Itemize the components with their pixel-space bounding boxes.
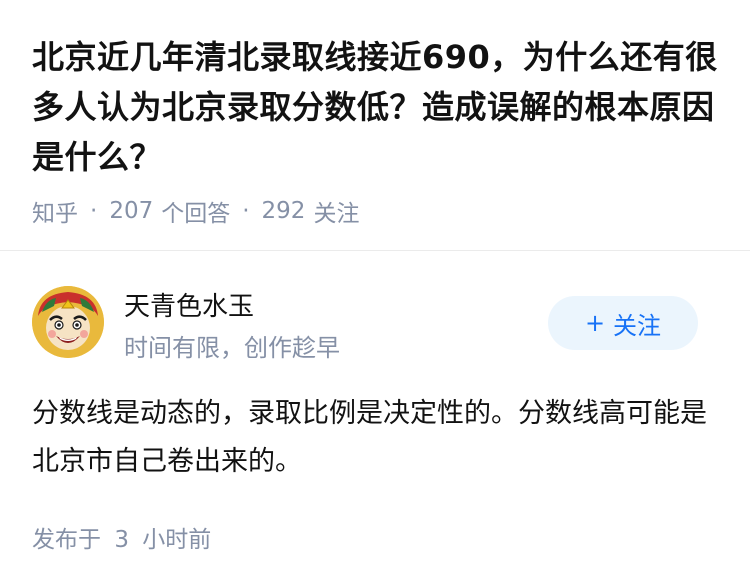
- cartoon-face-avatar-icon: [32, 286, 104, 358]
- meta-separator: ·: [90, 198, 98, 224]
- plus-icon: +: [584, 309, 606, 337]
- question-meta: 知乎 · 207 个回答 · 292 关注: [32, 194, 359, 228]
- source-label[interactable]: 知乎: [32, 194, 78, 228]
- question-title[interactable]: 北京近几年清北录取线接近690，为什么还有很多人认为北京录取分数低？造成误解的根…: [32, 32, 722, 182]
- meta-separator-2: ·: [242, 198, 250, 224]
- answer-content[interactable]: 分数线是动态的，录取比例是决定性的。分数线高可能是北京市自己卷出来的。: [32, 390, 722, 486]
- follow-button[interactable]: + 关注: [548, 296, 698, 350]
- followers-label: 关注: [313, 201, 360, 227]
- author-bio: 时间有限，创作趁早: [124, 334, 340, 362]
- section-divider: [0, 250, 750, 251]
- publish-prefix: 发布于: [32, 527, 101, 553]
- question-header: 北京近几年清北录取线接近690，为什么还有很多人认为北京录取分数低？造成误解的根…: [32, 32, 722, 182]
- publish-time: 发布于 3 小时前: [32, 520, 211, 554]
- followers-count: 292: [261, 198, 306, 224]
- author-name[interactable]: 天青色水玉: [124, 286, 254, 323]
- answers-label[interactable]: 个回答: [161, 194, 230, 228]
- avatar[interactable]: [32, 286, 104, 358]
- author-card: 天青色水玉 时间有限，创作趁早 + 关注: [32, 284, 718, 364]
- publish-suffix: 小时前: [142, 527, 212, 553]
- publish-number: 3: [114, 527, 129, 553]
- answers-count: 207: [109, 198, 154, 224]
- follow-label: 关注: [613, 311, 662, 340]
